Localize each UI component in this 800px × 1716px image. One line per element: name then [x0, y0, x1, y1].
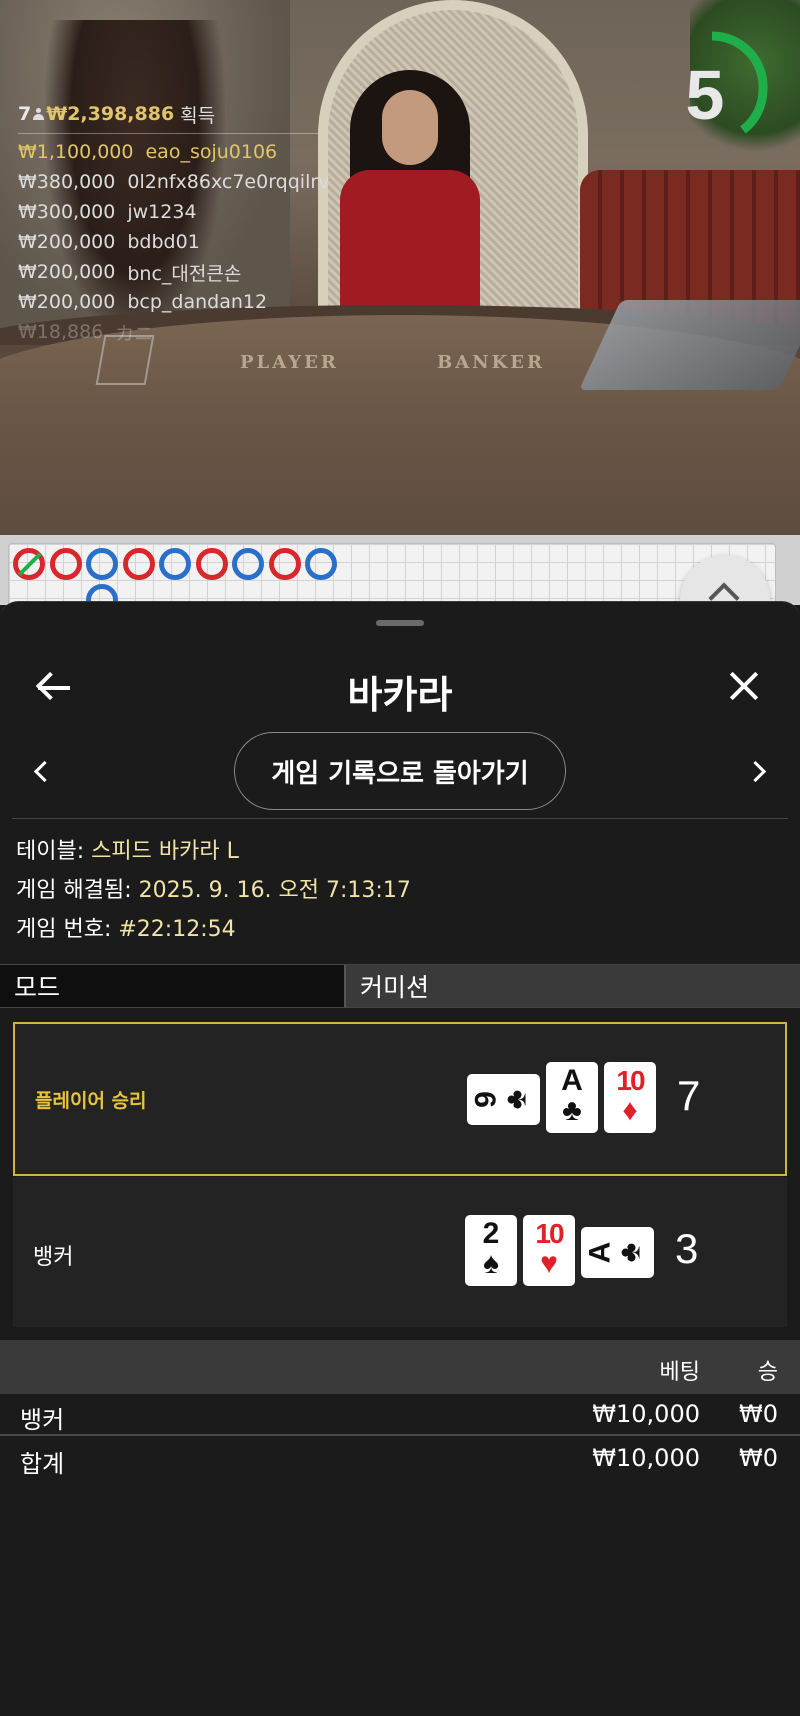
winners-list: 7 ₩2,398,886 획득 ₩1,100,000 eao_soju0106 ₩3…	[18, 100, 329, 347]
winners-divider	[18, 133, 318, 134]
playing-card: 10 ♥	[523, 1215, 575, 1286]
winner-username: eao_soju0106	[145, 141, 278, 163]
countdown-number: 5	[685, 56, 725, 134]
winner-username: bdbd01	[127, 231, 200, 253]
winner-row: ₩200,000 bnc_대전큰손	[18, 257, 318, 287]
winner-amount: ₩300,000	[18, 201, 116, 223]
resolved-info: 게임 해결됨: 2025. 9. 16. 오전 7:13:17	[16, 871, 411, 910]
winners-header: 7 ₩2,398,886 획득	[18, 100, 318, 128]
total-row-label: 합계	[20, 1450, 65, 1478]
player-result-marker	[159, 548, 191, 580]
felt-banker-label: BANKER	[437, 352, 545, 373]
bet-row-win: ₩0	[739, 1400, 778, 1428]
mode-value: 커미션	[346, 965, 800, 1007]
bets-table-header: 베팅 승	[0, 1340, 800, 1394]
winner-username: 0l2nfx86xc7e0rqqilrv	[127, 171, 330, 193]
card-suit-icon: ♠	[483, 1247, 499, 1280]
bet-column-header: 베팅	[659, 1360, 700, 1385]
banker-result-marker	[268, 548, 301, 580]
banker-result-marker	[49, 548, 82, 580]
card-rank: 10	[535, 1218, 564, 1249]
game-info: 테이블: 스피드 바카라 L 게임 해결됨: 2025. 9. 16. 오전 7…	[16, 832, 411, 949]
winner-amount: ₩380,000	[18, 171, 116, 193]
player-hand: 플레이어 승리 9 ♣ A ♣ 10 ♦ 7	[13, 1022, 787, 1176]
player-result-marker	[232, 548, 264, 580]
card-rank: 9	[469, 1091, 503, 1108]
winner-username: bnc_대전큰손	[127, 262, 242, 285]
game-number-info: 게임 번호: #22:12:54	[16, 910, 411, 949]
banker-hand-label: 뱅커	[33, 1245, 74, 1270]
table-label: 테이블:	[16, 839, 85, 864]
card-rank: 2	[482, 1217, 500, 1250]
felt-player-label: PLAYER	[240, 352, 339, 373]
playing-card: A ♣	[581, 1227, 654, 1278]
banker-result-marker	[195, 548, 228, 580]
card-rank: 10	[616, 1065, 645, 1096]
winner-username: bcp_dandan12	[127, 291, 268, 313]
person-icon	[33, 108, 45, 120]
card-suit-icon: ♦	[622, 1094, 638, 1127]
winner-amount: ₩200,000	[18, 231, 116, 253]
table-row: 뱅커 ₩10,000 ₩0	[0, 1394, 800, 1436]
banker-hand-total: 3	[675, 1225, 699, 1272]
winner-row: ₩300,000 jw1234	[18, 197, 318, 227]
playing-card: 9 ♣	[467, 1074, 540, 1125]
table-row-total: 합계 ₩10,000 ₩0	[0, 1438, 800, 1480]
card-rank: A	[561, 1064, 583, 1097]
card-suit-icon: ♣	[499, 1089, 533, 1110]
bet-row-label: 뱅커	[20, 1406, 65, 1434]
winner-amount: ₩200,000	[18, 261, 116, 283]
winner-username: jw1234	[127, 201, 197, 223]
history-nav: 게임 기록으로 돌아가기	[0, 732, 800, 812]
countdown-timer: 5	[655, 30, 770, 145]
banker-hand: 뱅커 2 ♠ 10 ♥ A ♣ 3	[13, 1177, 787, 1327]
winner-row: ₩380,000 0l2nfx86xc7e0rqqilrv	[18, 167, 329, 197]
winners-total: ₩2,398,886	[46, 103, 175, 125]
winner-amount: ₩200,000	[18, 291, 116, 313]
next-game-button[interactable]	[745, 758, 771, 784]
resolved-label: 게임 해결됨:	[16, 878, 132, 903]
back-to-history-button[interactable]: 게임 기록으로 돌아가기	[234, 732, 566, 810]
player-hand-total: 7	[677, 1072, 701, 1119]
table-value: 스피드 바카라 L	[91, 839, 239, 864]
card-suit-icon: ♥	[540, 1247, 558, 1280]
close-button[interactable]	[722, 662, 772, 712]
resolved-value: 2025. 9. 16. 오전 7:13:17	[138, 878, 411, 903]
card-suit-icon: ♣	[562, 1094, 582, 1127]
player-hand-label: 플레이어 승리	[35, 1090, 147, 1112]
playing-card: 2 ♠	[465, 1215, 517, 1286]
winner-username: カニ	[115, 322, 154, 345]
total-row-amount: ₩10,000	[592, 1444, 700, 1472]
mode-label: 모드	[0, 965, 346, 1007]
divider	[12, 818, 788, 819]
live-video-stream: PLAYER BANKER 7 ₩2,398,886 획득 ₩1,100,000…	[0, 0, 800, 535]
win-column-header: 승	[757, 1360, 778, 1385]
mode-row: 모드 커미션	[0, 964, 800, 1008]
winner-amount: ₩1,100,000	[18, 141, 134, 163]
card-rank: A	[583, 1241, 617, 1264]
previous-game-button[interactable]	[30, 758, 56, 784]
table-info: 테이블: 스피드 바카라 L	[16, 832, 411, 871]
game-number-value: #22:12:54	[118, 917, 236, 942]
game-history-sheet: 바카라 게임 기록으로 돌아가기 테이블: 스피드 바카라 L 게임 해결됨: …	[0, 601, 800, 1716]
total-row-win: ₩0	[739, 1444, 778, 1472]
game-number-label: 게임 번호:	[16, 917, 112, 942]
drag-handle[interactable]	[376, 620, 424, 626]
winner-count: 7	[18, 103, 32, 125]
player-result-marker	[305, 548, 337, 580]
winner-row: ₩18,886 カニ	[18, 317, 318, 347]
winner-row: ₩200,000 bdbd01	[18, 227, 318, 257]
playing-card: 10 ♦	[604, 1062, 656, 1133]
winner-amount: ₩18,886	[18, 321, 104, 343]
sheet-header: 바카라	[0, 642, 800, 732]
banker-result-marker	[122, 548, 155, 580]
page-title: 바카라	[347, 673, 453, 717]
winners-suffix: 획득	[180, 104, 216, 127]
card-suit-icon: ♣	[613, 1242, 647, 1263]
winner-row: ₩1,100,000 eao_soju0106	[18, 137, 318, 167]
playing-card: A ♣	[546, 1062, 598, 1133]
bet-row-amount: ₩10,000	[592, 1400, 700, 1428]
player-result-marker	[86, 548, 118, 580]
winner-row: ₩200,000 bcp_dandan12	[18, 287, 318, 317]
